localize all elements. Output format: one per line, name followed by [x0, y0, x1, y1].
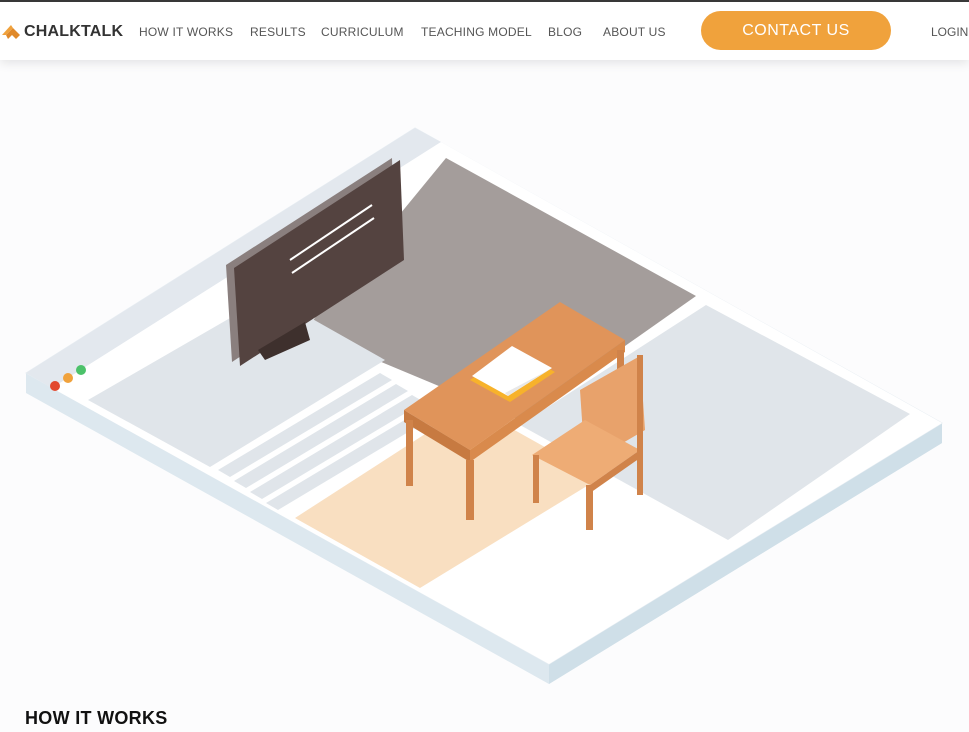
desk-leg-1 [406, 420, 413, 486]
login-link[interactable]: LOGIN [931, 25, 968, 39]
hero-illustration [25, 127, 943, 684]
logo[interactable]: CHALKTALK [0, 20, 123, 44]
nav-item-curriculum[interactable]: CURRICULUM [321, 25, 404, 39]
chalktalk-logo-icon [2, 25, 20, 39]
nav-item-teaching-model[interactable]: TEACHING MODEL [421, 25, 532, 39]
chair-leg-2 [586, 485, 593, 530]
window-maximize-dot [76, 365, 86, 375]
section-heading: HOW IT WORKS [25, 708, 168, 728]
brand-name: CHALKTALK [24, 23, 124, 40]
window-close-dot [50, 381, 60, 391]
nav-item-results[interactable]: RESULTS [250, 25, 306, 39]
chair-leg-1 [533, 455, 539, 503]
top-navbar: CHALKTALK HOW IT WORKS RESULTS CURRICULU… [0, 2, 969, 60]
nav-item-how-it-works[interactable]: HOW IT WORKS [139, 25, 233, 39]
contact-us-button[interactable]: CONTACT US [701, 11, 891, 50]
nav-item-about-us[interactable]: ABOUT US [603, 25, 666, 39]
nav-item-blog[interactable]: BLOG [548, 25, 582, 39]
chair-leg-3 [637, 355, 643, 495]
desk-leg-2 [466, 460, 474, 520]
window-minimize-dot [63, 373, 73, 383]
